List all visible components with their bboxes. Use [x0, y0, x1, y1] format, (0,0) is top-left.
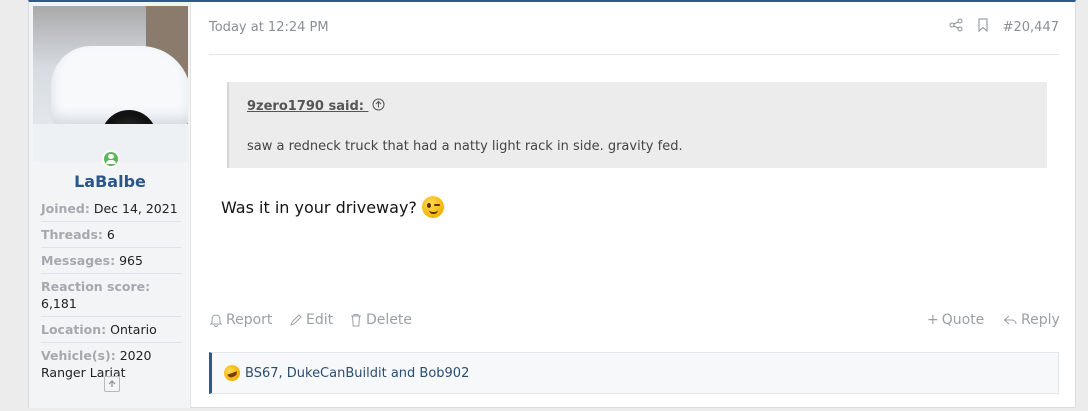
- user-info-column: LaBalbe Joined: Dec 14, 2021 Threads: 6 …: [29, 2, 191, 408]
- reactions-bar[interactable]: BS67, DukeCanBuildit and Bob902: [209, 352, 1059, 394]
- report-button[interactable]: Report: [209, 312, 272, 328]
- arrow-up-circle-icon[interactable]: [372, 98, 385, 115]
- quote-author-link[interactable]: 9zero1790 said:: [247, 98, 385, 115]
- collapse-arrow-up-icon[interactable]: [104, 376, 120, 392]
- header-divider: [209, 54, 1059, 55]
- pencil-icon: [290, 314, 302, 326]
- post-container: LaBalbe Joined: Dec 14, 2021 Threads: 6 …: [28, 0, 1076, 408]
- quote-block: 9zero1790 said: saw a redneck truck that…: [227, 82, 1047, 168]
- stat-location: Location: Ontario: [41, 317, 181, 343]
- reply-button[interactable]: Reply: [1003, 312, 1060, 328]
- edit-button[interactable]: Edit: [289, 312, 333, 328]
- quote-button[interactable]: + Quote: [927, 312, 984, 328]
- quote-text: saw a redneck truck that had a natty lig…: [247, 139, 683, 154]
- delete-button[interactable]: Delete: [349, 312, 412, 328]
- username-link[interactable]: LaBalbe: [29, 172, 191, 191]
- rofl-emoji-icon: [221, 362, 243, 384]
- post-action-bar: Report Edit Delete + Quote Reply: [209, 312, 1060, 334]
- stat-threads: Threads: 6: [41, 222, 181, 248]
- post-main: Today at 12:24 PM #20,447 9zero1790 said…: [191, 2, 1075, 407]
- avatar[interactable]: [33, 6, 188, 162]
- post-number-link[interactable]: #20,447: [1003, 20, 1059, 35]
- post-message: Was it in your driveway?: [221, 196, 444, 218]
- bell-icon: [209, 314, 223, 327]
- stat-reaction-score: Reaction score: 6,181: [41, 274, 181, 317]
- trash-icon: [351, 314, 361, 327]
- post-header-actions: #20,447: [949, 18, 1059, 36]
- post-timestamp[interactable]: Today at 12:24 PM: [209, 20, 329, 35]
- online-status-icon: [102, 150, 120, 168]
- stat-joined: Joined: Dec 14, 2021: [41, 196, 181, 222]
- reactions-list[interactable]: BS67, DukeCanBuildit and Bob902: [245, 366, 469, 381]
- stat-messages: Messages: 965: [41, 248, 181, 274]
- user-stats: Joined: Dec 14, 2021 Threads: 6 Messages…: [41, 196, 181, 385]
- plus-icon: +: [927, 312, 939, 328]
- share-icon[interactable]: [949, 18, 963, 36]
- reply-arrow-icon: [1003, 315, 1017, 325]
- winking-tongue-emoji-icon: [421, 196, 444, 218]
- bookmark-icon[interactable]: [977, 18, 989, 36]
